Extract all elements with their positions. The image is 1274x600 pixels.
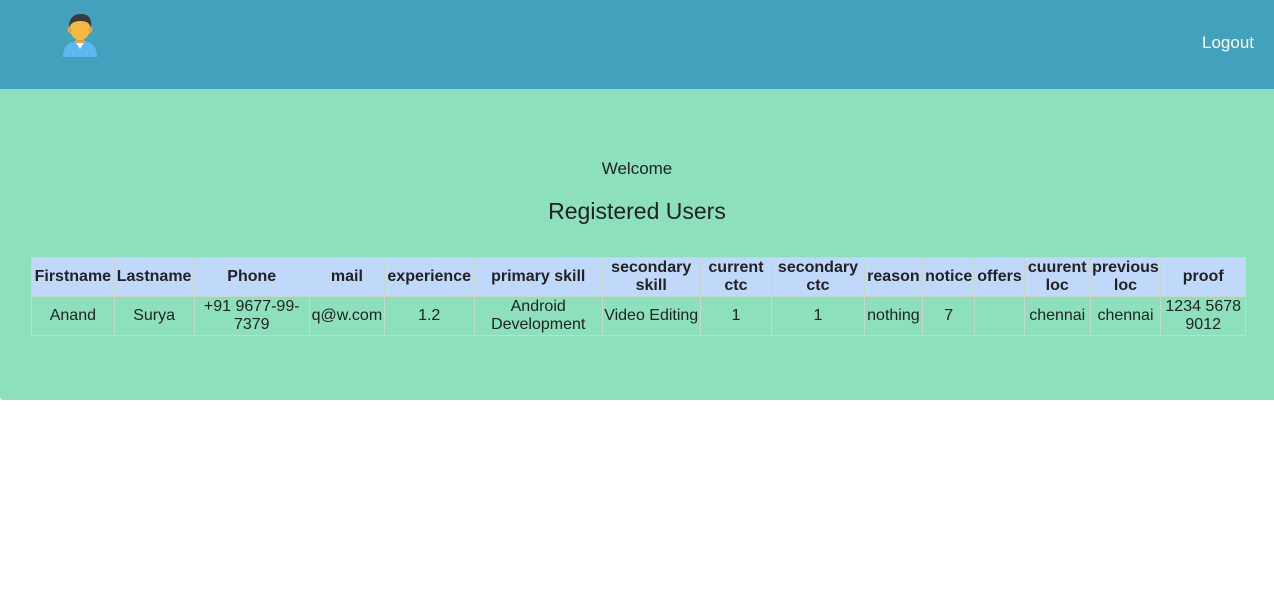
column-header: Firstname [31,257,115,297]
column-header: secondary skill [601,257,701,297]
cell-current-ctc: 1 [699,296,773,336]
cell-secondary-skill: Video Editing [601,296,701,336]
cell-offers [974,296,1025,336]
cell-current-loc: chennai [1023,296,1091,336]
column-header: proof [1160,257,1246,297]
cell-primary-skill: Android Development [473,296,603,336]
column-header: mail [308,257,385,297]
cell-reason: nothing [863,296,924,336]
main-panel: Welcome Registered Users Firstname Lastn… [0,89,1274,400]
cell-previous-loc: chennai [1089,296,1162,336]
cell-notice: 7 [922,296,976,336]
page-title: Registered Users [548,198,726,224]
cell-mail: q@w.com [308,296,385,336]
cell-experience: 1.2 [383,296,475,336]
cell-secondary-ctc: 1 [771,296,865,336]
column-header: Phone [193,257,310,297]
cell-firstname: Anand [31,296,115,336]
table-row: Anand Surya +91 9677-99-7379 q@w.com 1.2… [31,296,1246,336]
column-header: cuurent loc [1023,257,1091,297]
cell-lastname: Surya [113,296,195,336]
column-header: primary skill [473,257,603,297]
welcome-text: Welcome [601,159,673,178]
column-header: previous loc [1089,257,1162,297]
column-header: experience [383,257,475,297]
column-header: reason [863,257,924,297]
column-header: Lastname [113,257,195,297]
column-header: notice [922,257,976,297]
column-header: secondary ctc [771,257,865,297]
column-header: current ctc [699,257,773,297]
table-header-row: Firstname Lastname Phone mail experience… [31,257,1246,297]
cell-phone: +91 9677-99-7379 [193,296,310,336]
user-avatar-icon[interactable] [61,13,99,57]
logout-link[interactable]: Logout [1202,33,1254,53]
cell-proof: 1234 5678 9012 [1160,296,1246,336]
column-header: offers [974,257,1025,297]
registered-users-table: Firstname Lastname Phone mail experience… [31,257,1246,336]
top-navbar: Logout [0,0,1274,89]
